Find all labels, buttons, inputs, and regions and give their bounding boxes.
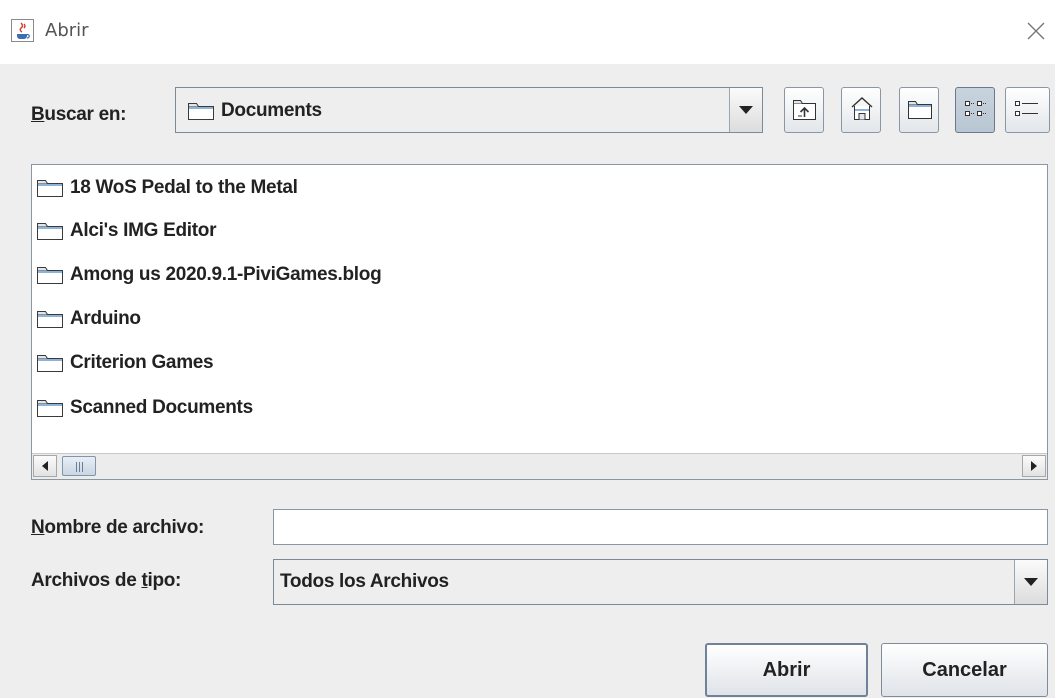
details-view-icon: [1015, 101, 1038, 116]
list-item[interactable]: Among us 2020.9.1-PiviGames.blog: [36, 260, 382, 290]
file-name: Alci's IMG Editor: [70, 220, 217, 241]
arrow-left-icon: [42, 461, 48, 471]
file-type-label: Archivos de tipo:: [31, 570, 182, 591]
home-button[interactable]: [841, 87, 881, 133]
file-type-value: Todos los Archivos: [280, 571, 449, 592]
folder-icon: [37, 311, 63, 328]
file-list[interactable]: 18 WoS Pedal to the Metal Alci's IMG Edi…: [31, 164, 1048, 480]
file-name: Among us 2020.9.1-PiviGames.blog: [70, 264, 382, 285]
up-one-level-button[interactable]: [784, 87, 824, 133]
file-name-field[interactable]: [273, 509, 1048, 545]
new-folder-icon: [908, 101, 932, 119]
arrow-right-icon: [1031, 461, 1037, 471]
chevron-down-icon[interactable]: [729, 88, 762, 132]
folder-icon: [188, 103, 214, 120]
open-button[interactable]: Abrir: [705, 643, 868, 697]
file-name: Scanned Documents: [70, 397, 253, 418]
list-view-button[interactable]: [955, 87, 995, 133]
chevron-down-icon[interactable]: [1014, 560, 1047, 604]
folder-icon: [37, 180, 63, 197]
list-item[interactable]: Alci's IMG Editor: [36, 216, 216, 246]
java-coffee-icon: [11, 19, 34, 42]
file-name: Arduino: [70, 308, 141, 329]
scroll-left-button[interactable]: [33, 455, 57, 477]
list-item[interactable]: Arduino: [36, 304, 141, 334]
scroll-right-button[interactable]: [1022, 455, 1046, 477]
home-icon: [851, 97, 873, 120]
list-item[interactable]: Criterion Games: [36, 348, 214, 378]
list-item[interactable]: 18 WoS Pedal to the Metal: [36, 173, 298, 203]
file-name: 18 WoS Pedal to the Metal: [70, 177, 298, 198]
look-in-value: Documents: [221, 100, 322, 121]
title-bar: Abrir: [0, 0, 1055, 64]
horizontal-scrollbar[interactable]: [32, 453, 1047, 479]
folder-icon: [37, 355, 63, 372]
close-icon[interactable]: [1025, 20, 1047, 42]
file-type-combobox[interactable]: Todos los Archivos: [273, 559, 1048, 605]
folder-icon: [37, 267, 63, 284]
list-view-icon: [965, 101, 986, 116]
folder-icon: [37, 223, 63, 240]
cancel-button[interactable]: Cancelar: [881, 643, 1048, 697]
details-view-button[interactable]: [1005, 87, 1050, 133]
new-folder-button[interactable]: [899, 87, 939, 133]
scrollbar-thumb[interactable]: [62, 456, 96, 476]
look-in-label: Buscar en:: [31, 104, 127, 125]
file-name-label: Nombre de archivo:: [31, 517, 205, 538]
list-item[interactable]: Scanned Documents: [36, 393, 253, 423]
folder-up-icon: [793, 100, 816, 120]
window-title: Abrir: [45, 20, 89, 41]
file-name: Criterion Games: [70, 352, 214, 373]
folder-icon: [37, 400, 63, 417]
look-in-combobox[interactable]: Documents: [175, 87, 763, 133]
